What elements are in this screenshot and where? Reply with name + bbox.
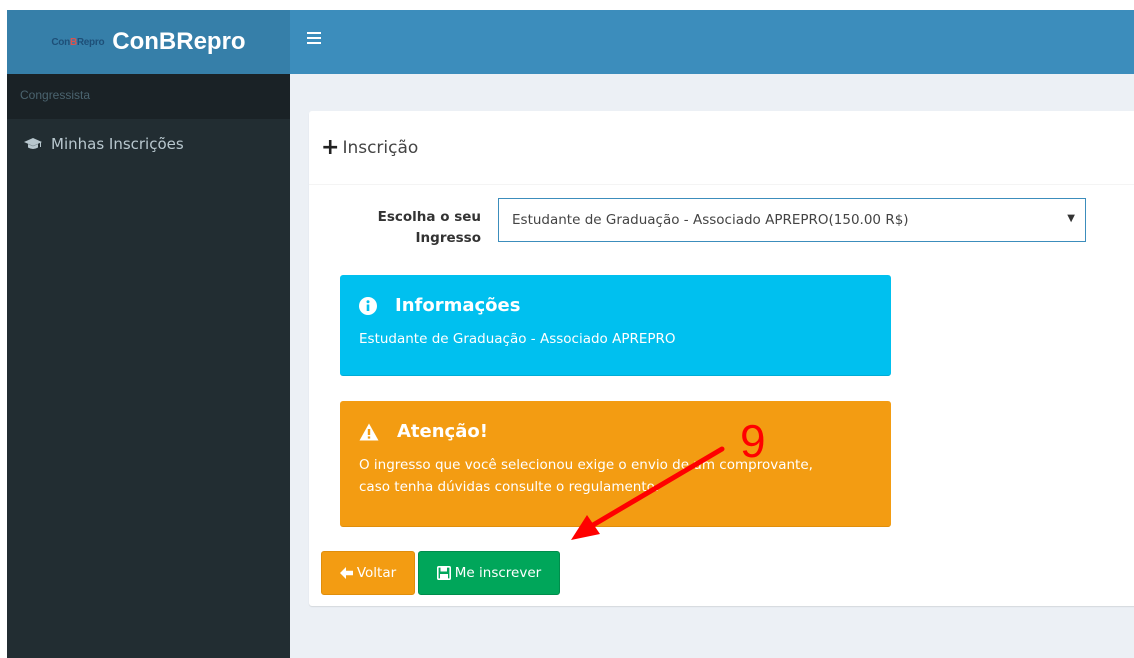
graduation-cap-icon (24, 138, 42, 149)
registration-card: + Inscrição Escolha o seu Ingresso Estud… (309, 111, 1134, 606)
app-title: ConBRepro (112, 28, 246, 55)
sidebar-item-minhas-inscricoes[interactable]: Minhas Inscrições (7, 119, 290, 169)
logo-mark: ConBRepro (51, 36, 105, 48)
ticket-select[interactable]: Estudante de Graduação - Associado APREP… (498, 198, 1086, 242)
warning-icon (359, 423, 379, 440)
warning-callout-title: Atenção! (359, 421, 872, 442)
register-button[interactable]: Me inscrever (418, 551, 560, 595)
dropdown-arrow-icon: ▼ (1067, 213, 1075, 224)
sidebar-header: Congressista (7, 74, 290, 119)
ticket-label: Escolha o seu Ingresso (377, 209, 481, 246)
info-callout: Informações Estudante de Graduação - Ass… (340, 275, 891, 376)
annotation-number: 9 (740, 415, 766, 467)
logo-area[interactable]: ConBRepro ConBRepro (7, 10, 290, 74)
ticket-select-value: Estudante de Graduação - Associado APREP… (512, 212, 909, 228)
sidebar: Congressista Minhas Inscrições (7, 74, 290, 658)
arrow-left-icon (339, 567, 353, 579)
info-icon (359, 296, 377, 315)
info-callout-title: Informações (359, 295, 872, 316)
top-navbar (290, 10, 1134, 74)
card-title: Inscrição (342, 137, 419, 158)
warning-callout: Atenção! O ingresso que você selecionou … (340, 401, 891, 527)
save-icon (436, 566, 451, 580)
sidebar-item-label: Minhas Inscrições (51, 135, 184, 153)
plus-icon: + (321, 134, 340, 160)
card-header: + Inscrição (309, 111, 1134, 185)
warning-callout-text: O ingresso que você selecionou exige o e… (359, 457, 813, 495)
menu-toggle-icon[interactable] (307, 32, 321, 46)
app-frame: ConBRepro ConBRepro Congressista Minhas … (7, 10, 1134, 658)
info-callout-text: Estudante de Graduação - Associado APREP… (359, 331, 676, 347)
back-button[interactable]: Voltar (321, 551, 415, 595)
